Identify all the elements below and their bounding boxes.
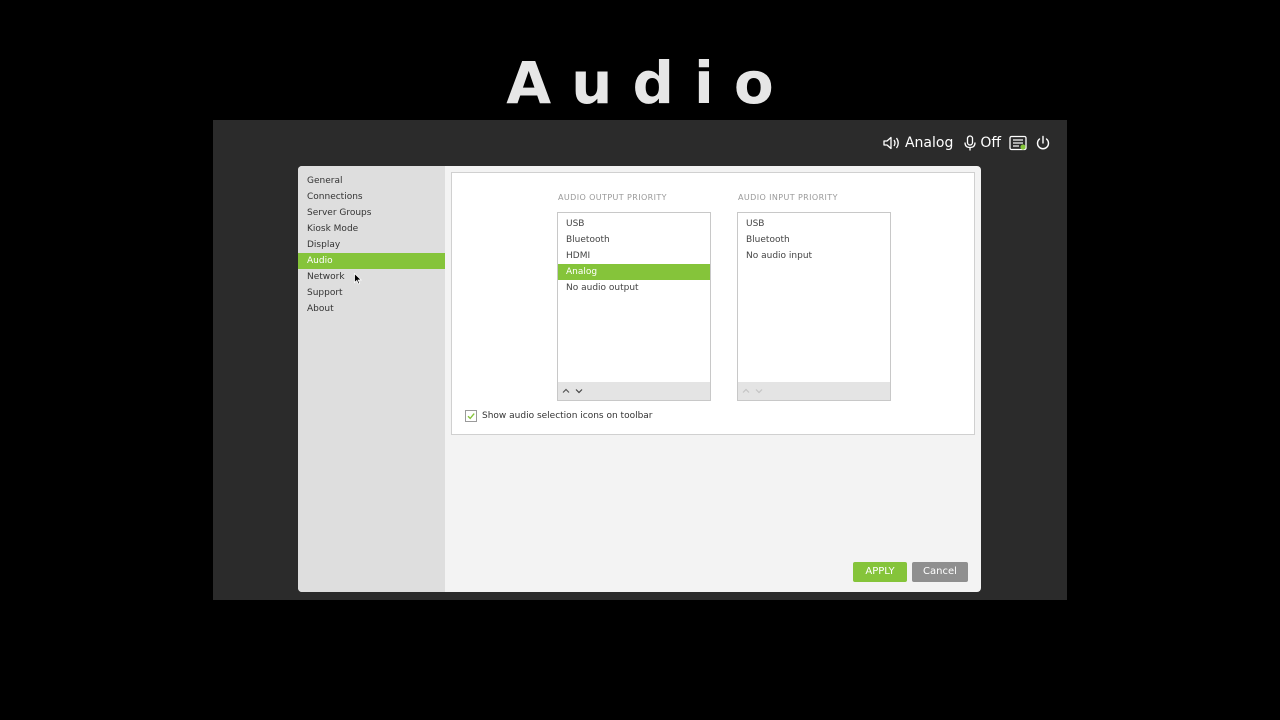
- settings-dialog: General Connections Server Groups Kiosk …: [298, 166, 981, 592]
- microphone-label: Off: [980, 135, 1001, 151]
- thin-client-screen: Analog Off General Connections Server Gr…: [213, 120, 1067, 600]
- top-toolbar: Analog Off: [882, 133, 1051, 153]
- output-item-hdmi[interactable]: HDMI: [558, 248, 710, 264]
- output-item-bluetooth[interactable]: Bluetooth: [558, 232, 710, 248]
- settings-sidebar: General Connections Server Groups Kiosk …: [298, 166, 445, 592]
- input-reorder-bar: [738, 382, 890, 400]
- input-item-usb[interactable]: USB: [738, 216, 890, 232]
- audio-output-label: Analog: [904, 135, 954, 151]
- chevron-down-icon: [574, 386, 584, 396]
- output-item-no-audio-output[interactable]: No audio output: [558, 280, 710, 296]
- input-item-no-audio-input[interactable]: No audio input: [738, 248, 890, 264]
- cancel-button[interactable]: Cancel: [912, 562, 968, 582]
- audio-output-title: AUDIO OUTPUT PRIORITY: [558, 193, 667, 202]
- sidebar-item-audio[interactable]: Audio: [298, 253, 445, 269]
- output-reorder-bar: [558, 382, 710, 400]
- show-icons-checkbox[interactable]: [465, 410, 477, 422]
- audio-output-indicator[interactable]: Analog: [882, 135, 953, 151]
- sidebar-item-network[interactable]: Network: [298, 269, 445, 285]
- show-icons-label: Show audio selection icons on toolbar: [482, 411, 653, 421]
- sidebar-item-support[interactable]: Support: [298, 285, 445, 301]
- output-item-analog[interactable]: Analog: [558, 264, 710, 280]
- audio-settings-panel: AUDIO OUTPUT PRIORITY USB Bluetooth HDMI…: [451, 172, 975, 435]
- power-button[interactable]: [1035, 135, 1051, 151]
- sidebar-item-connections[interactable]: Connections: [298, 189, 445, 205]
- output-move-down-button[interactable]: [574, 386, 584, 396]
- microphone-indicator[interactable]: Off: [963, 135, 1001, 151]
- speaker-icon: [882, 135, 902, 151]
- mouse-cursor-icon: [354, 270, 363, 289]
- sidebar-item-server-groups[interactable]: Server Groups: [298, 205, 445, 221]
- chevron-up-icon: [561, 386, 571, 396]
- sidebar-item-general[interactable]: General: [298, 173, 445, 189]
- apply-button[interactable]: APPLY: [853, 562, 907, 582]
- input-move-up-button[interactable]: [741, 386, 751, 396]
- display-icon: [1009, 135, 1027, 151]
- power-icon: [1035, 135, 1051, 151]
- audio-output-listbox[interactable]: USB Bluetooth HDMI Analog No audio outpu…: [557, 212, 711, 401]
- display-button[interactable]: [1009, 135, 1027, 151]
- audio-input-title: AUDIO INPUT PRIORITY: [738, 193, 838, 202]
- chevron-down-icon: [754, 386, 764, 396]
- microphone-icon: [963, 135, 977, 151]
- sidebar-item-about[interactable]: About: [298, 301, 445, 317]
- sidebar-item-display[interactable]: Display: [298, 237, 445, 253]
- output-move-up-button[interactable]: [561, 386, 571, 396]
- input-item-bluetooth[interactable]: Bluetooth: [738, 232, 890, 248]
- sidebar-item-kiosk-mode[interactable]: Kiosk Mode: [298, 221, 445, 237]
- output-item-usb[interactable]: USB: [558, 216, 710, 232]
- sidebar-nav: General Connections Server Groups Kiosk …: [298, 173, 445, 317]
- audio-input-listbox[interactable]: USB Bluetooth No audio input: [737, 212, 891, 401]
- input-move-down-button[interactable]: [754, 386, 764, 396]
- page-title: Audio: [506, 49, 794, 117]
- show-icons-option: Show audio selection icons on toolbar: [465, 410, 653, 422]
- chevron-up-icon: [741, 386, 751, 396]
